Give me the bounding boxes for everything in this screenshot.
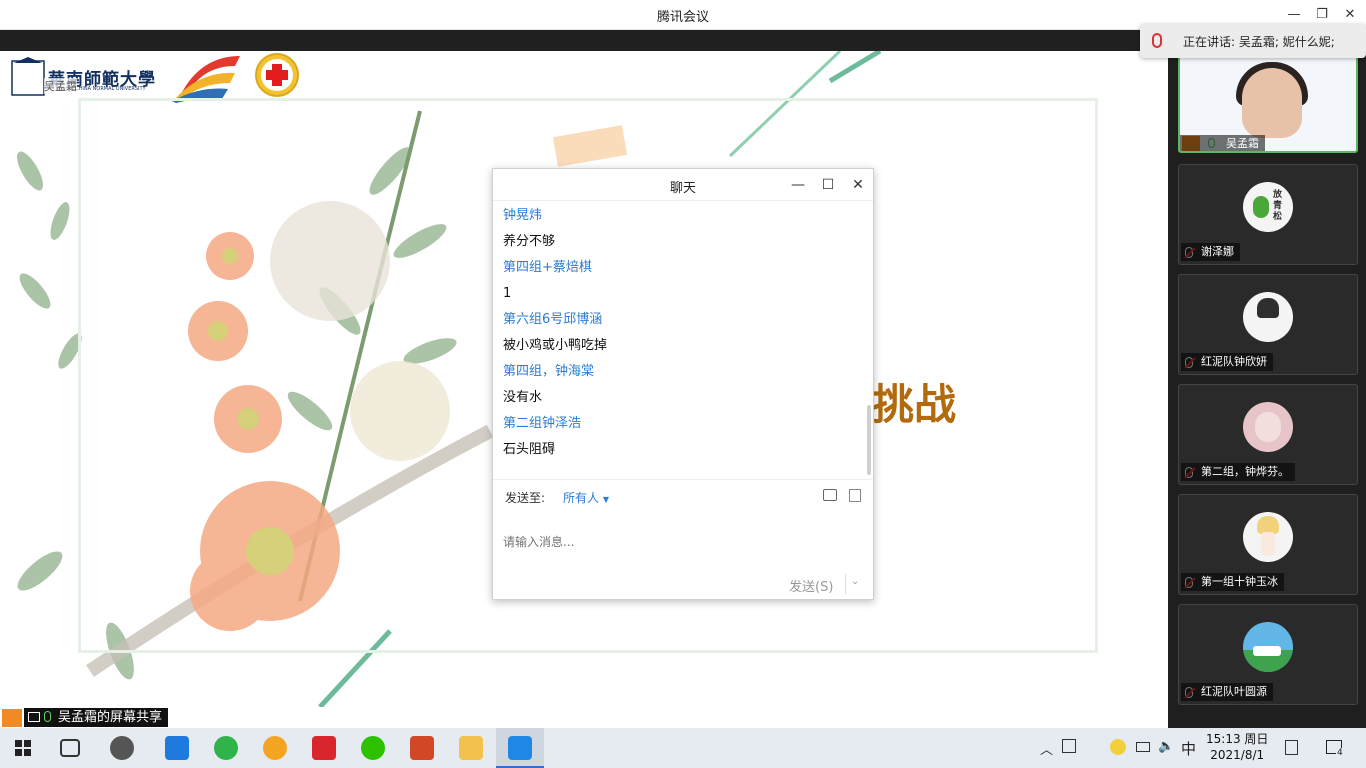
participant-tile[interactable]: 红泥队叶圆源 [1178, 604, 1358, 705]
system-clock[interactable]: 15:13 周日 2021/8/1 [1206, 731, 1268, 763]
chat-title: 聊天 [669, 181, 696, 196]
app-title: 腾讯会议 [656, 10, 709, 25]
tray-plus-icon[interactable] [1110, 739, 1126, 755]
chat-window: 聊天 — ☐ ✕ 钟晃炜 养分不够 第四组+蔡焙棋 1 第六组6号邱博涵 被小鸡… [492, 168, 874, 600]
message-sender: 第四组，钟海棠 [503, 364, 595, 379]
chat-message: 钟晃炜 养分不够 [503, 205, 859, 257]
avatar-label: 放青松 [1273, 190, 1283, 222]
slide-title: 挑战 [872, 380, 957, 429]
message-text: 没有水 [503, 390, 543, 405]
volume-icon[interactable]: 🔈 [1158, 739, 1174, 754]
share-status: 吴孟霜的屏幕共享 [24, 708, 169, 727]
tree-icon [1253, 196, 1269, 218]
chrome-icon[interactable] [263, 736, 287, 760]
avatar [1243, 292, 1293, 342]
send-divider [845, 574, 846, 594]
chat-close-button[interactable]: ✕ [847, 175, 869, 195]
message-text: 养分不够 [503, 234, 556, 249]
share-status-bar: 吴孟霜的屏幕共享 [0, 707, 1168, 728]
participant-video-tile[interactable]: 吴孟霜 [1178, 52, 1358, 153]
chat-message: 第二组钟泽浩 石头阻碍 [503, 413, 859, 465]
avatar-body [1261, 532, 1275, 556]
send-to-dropdown[interactable]: 所有人 ▼ [563, 489, 609, 506]
wps-office-icon[interactable] [312, 736, 336, 760]
notes-icon[interactable] [1285, 740, 1298, 755]
message-sender: 钟晃炜 [503, 208, 543, 223]
file-explorer-icon[interactable] [459, 736, 483, 760]
message-text: 被小鸡或小鸭吃掉 [503, 338, 608, 353]
windows-taskbar: ︿ 🔈 中 15:13 周日 2021/8/1 4 [0, 728, 1366, 768]
participant-name: 第一组十钟玉冰 [1181, 573, 1284, 591]
send-button[interactable]: 发送(S) [789, 576, 833, 595]
participant-name: 第二组，钟烨芬。 [1181, 463, 1295, 481]
message-sender: 第二组钟泽浩 [503, 416, 582, 431]
browser-360-icon[interactable] [214, 736, 238, 760]
image-icon[interactable] [823, 489, 837, 501]
video-face [1242, 68, 1302, 138]
mic-on-icon [44, 711, 51, 722]
tray-app-icon[interactable] [1062, 739, 1076, 753]
chat-message: 第四组+蔡焙棋 1 [503, 257, 859, 309]
message-input[interactable] [503, 512, 863, 572]
speaking-text: 正在讲话: 吴孟霜; 妮什么妮; [1183, 35, 1335, 49]
powerpoint-icon[interactable] [410, 736, 434, 760]
speaking-indicator: 正在讲话: 吴孟霜; 妮什么妮; [1140, 24, 1366, 58]
screen-share-icon [28, 712, 40, 722]
notification-count: 4 [1336, 748, 1344, 758]
chat-message: 第六组6号邱博涵 被小鸡或小鸭吃掉 [503, 309, 859, 361]
avatar [1243, 512, 1293, 562]
sharer-label: 吴孟霜的屏幕共享 [58, 710, 163, 725]
avatar-car [1253, 646, 1281, 656]
participant-tile[interactable]: 放青松 谢泽娜 [1178, 164, 1358, 265]
pinwheel-app-icon[interactable] [110, 736, 134, 760]
message-text: 1 [503, 286, 512, 301]
chat-message: 第四组，钟海棠 没有水 [503, 361, 859, 413]
message-sender: 第六组6号邱博涵 [503, 312, 603, 327]
clock-time: 15:13 周日 [1206, 732, 1269, 746]
toolbar-strip [0, 30, 1168, 51]
presenter-tag: 吴孟霜 [44, 78, 77, 94]
host-person-icon [2, 709, 22, 727]
avatar-hair [1257, 298, 1279, 318]
participant-name: 红泥队叶圆源 [1181, 683, 1273, 701]
ime-indicator[interactable]: 中 [1181, 738, 1196, 759]
avatar: 放青松 [1243, 182, 1293, 232]
participant-tile[interactable]: 红泥队钟欣妍 [1178, 274, 1358, 375]
participant-name: 红泥队钟欣妍 [1181, 353, 1273, 371]
send-to-value: 所有人 [563, 491, 600, 505]
windows-start-icon[interactable] [15, 740, 31, 756]
chat-minimize-button[interactable]: — [787, 175, 809, 195]
tencent-meeting-icon[interactable] [508, 736, 532, 760]
send-options-chevron-icon[interactable]: ⌄ [851, 576, 859, 587]
task-view-icon[interactable] [60, 739, 80, 757]
message-text: 石头阻碍 [503, 442, 556, 457]
participant-tile[interactable]: 第二组，钟烨芬。 [1178, 384, 1358, 485]
chat-maximize-button[interactable]: ☐ [817, 175, 839, 195]
chat-scrollbar[interactable] [867, 405, 871, 475]
screenshot-icon[interactable] [849, 489, 861, 502]
send-to-label: 发送至: [505, 491, 546, 505]
avatar-face [1255, 412, 1281, 442]
avatar [1243, 622, 1293, 672]
chat-compose-area: 发送至: 所有人 ▼ 发送(S) ⌄ [493, 479, 873, 599]
message-sender: 第四组+蔡焙棋 [503, 260, 592, 275]
tray-chevron-up-icon[interactable]: ︿ [1040, 739, 1053, 758]
battery-icon[interactable] [1136, 742, 1150, 752]
wechat-icon[interactable] [361, 736, 385, 760]
chat-header: 聊天 — ☐ ✕ [493, 169, 873, 201]
participant-tile[interactable]: 第一组十钟玉冰 [1178, 494, 1358, 595]
mail-icon[interactable] [165, 736, 189, 760]
mic-speaking-icon [1152, 33, 1162, 48]
chevron-down-icon: ▼ [602, 495, 609, 504]
clock-date: 2021/8/1 [1210, 748, 1265, 762]
avatar [1243, 402, 1293, 452]
participant-name: 吴孟霜 [1180, 135, 1265, 151]
participant-name: 谢泽娜 [1181, 243, 1240, 261]
chat-message-list[interactable]: 钟晃炜 养分不够 第四组+蔡焙棋 1 第六组6号邱博涵 被小鸡或小鸭吃掉 第四组… [493, 201, 869, 479]
